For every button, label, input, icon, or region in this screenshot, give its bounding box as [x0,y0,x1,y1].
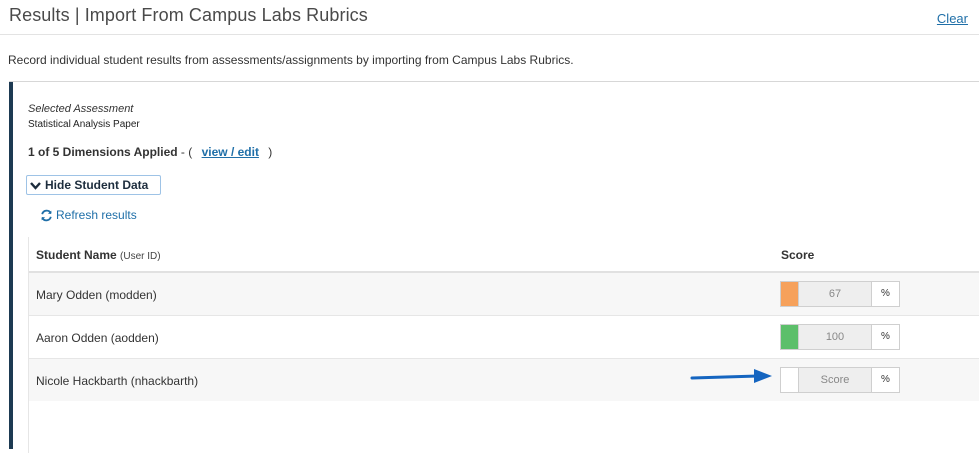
page-title: Results | Import From Campus Labs Rubric… [9,5,368,25]
score-indicator [781,325,799,349]
refresh-icon [41,209,52,221]
assessment-panel: Selected Assessment Statistical Analysis… [9,81,979,453]
student-name: Aaron Odden (aodden) [36,331,159,345]
student-results-table: Student Name (User ID) Score Mary Odden … [28,237,979,453]
selected-assessment-name: Statistical Analysis Paper [28,119,140,130]
hide-student-data-button[interactable]: Hide Student Data [26,175,161,195]
column-header-student-name: Student Name (User ID) [36,248,161,262]
percent-label: % [872,368,899,392]
dimensions-close-paren: ) [268,145,273,159]
table-row: Nicole Hackbarth (nhackbarth) Score % [29,359,979,401]
score-field: 100 % [780,324,900,350]
score-field: Score % [780,367,900,393]
score-indicator [781,282,799,306]
score-input[interactable]: 100 [799,325,872,349]
table-row: Aaron Odden (aodden) 100 % [29,316,979,359]
score-input[interactable]: 67 [799,282,872,306]
page-description: Record individual student results from a… [8,53,574,67]
clear-link[interactable]: Clear [937,11,968,26]
percent-label: % [872,325,899,349]
dimensions-count: 1 of 5 Dimensions Applied [28,145,178,159]
table-header: Student Name (User ID) Score [29,237,979,273]
view-edit-link[interactable]: view / edit [202,145,259,159]
table-empty-space [29,401,979,453]
student-name: Nicole Hackbarth (nhackbarth) [36,374,199,388]
panel-accent-bar [9,82,13,449]
column-header-score: Score [781,248,815,262]
score-input[interactable]: Score [799,368,872,392]
refresh-results-label: Refresh results [56,208,137,222]
student-name: Mary Odden (modden) [36,288,157,302]
hide-student-data-label: Hide Student Data [45,178,149,192]
percent-label: % [872,282,899,306]
column-header-user-id: (User ID) [120,251,161,262]
chevron-down-icon [30,181,41,190]
selected-assessment-label: Selected Assessment [28,103,134,115]
dimensions-open-paren: - ( [180,145,193,159]
dimensions-applied: 1 of 5 Dimensions Applied - ( view / edi… [28,145,272,159]
refresh-results-button[interactable]: Refresh results [40,208,137,222]
score-field: 67 % [780,281,900,307]
page-header: Results | Import From Campus Labs Rubric… [0,0,979,35]
table-row: Mary Odden (modden) 67 % [29,273,979,316]
score-indicator [781,368,799,392]
arrow-right-icon [690,369,772,383]
column-header-student-name-label: Student Name [36,248,117,262]
